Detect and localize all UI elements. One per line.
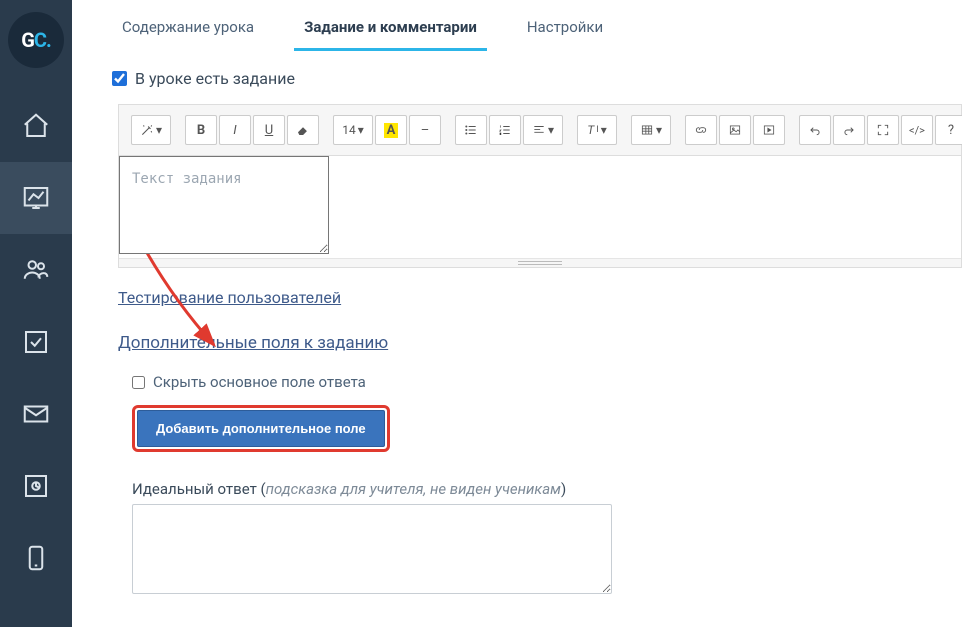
tb-italic[interactable]: I: [219, 115, 251, 145]
nav-mobile[interactable]: [0, 522, 72, 594]
home-icon: [21, 111, 51, 141]
testing-users-link[interactable]: Тестирование пользователей: [118, 288, 341, 307]
tb-fullscreen[interactable]: [867, 115, 899, 145]
chart-icon: [21, 183, 51, 213]
list-ol-icon: [498, 123, 512, 137]
ideal-answer-input[interactable]: [132, 504, 612, 594]
logo-g: G: [21, 28, 34, 52]
tab-content[interactable]: Содержание урока: [112, 10, 264, 51]
table-icon: [640, 123, 654, 137]
has-task-label: В уроке есть задание: [135, 69, 295, 88]
logo[interactable]: GC.: [8, 12, 64, 68]
logo-dot: .: [46, 28, 51, 52]
nav-analytics[interactable]: [0, 162, 72, 234]
tb-table[interactable]: ▾: [631, 115, 671, 145]
expand-icon: [876, 123, 890, 137]
undo-icon: [808, 123, 822, 137]
editor-resize-grip[interactable]: [119, 258, 961, 267]
magic-icon: [140, 123, 154, 137]
nav-tasks[interactable]: [0, 306, 72, 378]
redo-icon: [842, 123, 856, 137]
editor-toolbar: ▾ B I U 14▾ A – ▾: [119, 105, 961, 156]
tb-underline[interactable]: U: [253, 115, 285, 145]
has-task-checkbox[interactable]: [112, 71, 127, 86]
safe-icon: [21, 471, 51, 501]
list-ul-icon: [464, 123, 478, 137]
check-square-icon: [21, 327, 51, 357]
tb-align[interactable]: ▾: [523, 115, 563, 145]
extra-fields-panel: Скрыть основное поле ответа Добавить доп…: [132, 373, 962, 598]
extra-fields-link[interactable]: Дополнительные поля к заданию: [118, 333, 388, 353]
hide-main-label: Скрыть основное поле ответа: [153, 373, 366, 391]
tb-clear[interactable]: –: [409, 115, 441, 145]
nav-safe[interactable]: [0, 450, 72, 522]
editor: ▾ B I U 14▾ A – ▾: [118, 104, 962, 268]
nav-mail[interactable]: [0, 378, 72, 450]
eraser-icon: [296, 123, 310, 137]
nav-home[interactable]: [0, 90, 72, 162]
add-extra-field-button[interactable]: Добавить дополнительное поле: [137, 410, 385, 447]
tb-image[interactable]: [719, 115, 751, 145]
link-icon: [694, 123, 708, 137]
hide-main-row[interactable]: Скрыть основное поле ответа: [132, 373, 962, 391]
tb-link[interactable]: [685, 115, 717, 145]
tb-textstyle[interactable]: TI▾: [577, 115, 617, 145]
tb-fontsize[interactable]: 14▾: [333, 115, 373, 145]
tb-highlight[interactable]: A: [375, 115, 407, 145]
tb-code[interactable]: </>: [901, 115, 933, 145]
video-icon: [762, 123, 776, 137]
logo-c: C: [34, 28, 46, 52]
hide-main-checkbox[interactable]: [132, 376, 145, 389]
tb-magic[interactable]: ▾: [131, 115, 171, 145]
phone-icon: [21, 543, 51, 573]
tb-bold[interactable]: B: [185, 115, 217, 145]
image-icon: [728, 123, 742, 137]
tabs: Содержание урока Задание и комментарии Н…: [112, 0, 962, 51]
sidebar: GC.: [0, 0, 72, 627]
users-icon: [21, 255, 51, 285]
main-content: Содержание урока Задание и комментарии Н…: [72, 0, 962, 627]
tb-eraser[interactable]: [287, 115, 319, 145]
tab-task[interactable]: Задание и комментарии: [294, 10, 487, 51]
nav-users[interactable]: [0, 234, 72, 306]
align-icon: [532, 123, 546, 137]
tb-help[interactable]: ?: [935, 115, 962, 145]
tb-list-ul[interactable]: [455, 115, 487, 145]
tb-undo[interactable]: [799, 115, 831, 145]
tb-list-ol[interactable]: [489, 115, 521, 145]
tab-settings[interactable]: Настройки: [517, 10, 613, 51]
mail-icon: [21, 399, 51, 429]
tb-redo[interactable]: [833, 115, 865, 145]
ideal-answer-label: Идеальный ответ (подсказка для учителя, …: [132, 480, 962, 498]
task-text-input[interactable]: [119, 156, 329, 254]
tb-video[interactable]: [753, 115, 785, 145]
has-task-row[interactable]: В уроке есть задание: [112, 69, 962, 88]
add-extra-highlight: Добавить дополнительное поле: [132, 405, 390, 452]
